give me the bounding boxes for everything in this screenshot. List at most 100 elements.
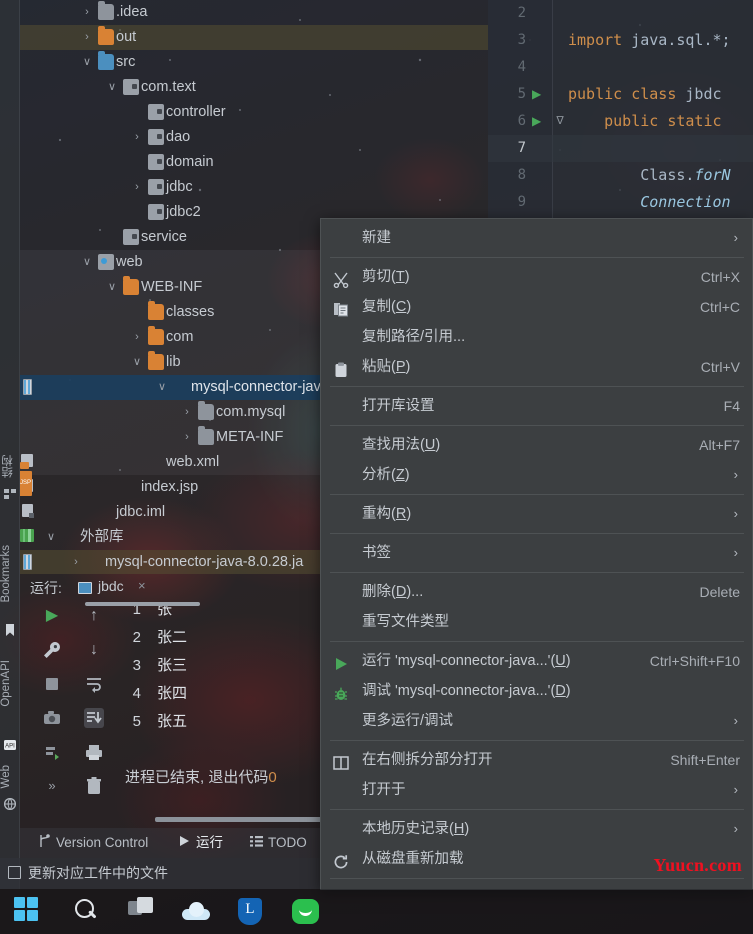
menu-item[interactable]: 新建 › (321, 223, 752, 253)
gutter-run-icon[interactable]: ▶ (532, 81, 541, 108)
status-bar-item[interactable]: 运行 (196, 834, 223, 852)
menu-item-label: 更多运行/调试 (362, 713, 454, 729)
structure-icon[interactable] (4, 487, 16, 499)
chevron-right-icon[interactable]: › (130, 125, 144, 150)
web-icon[interactable] (3, 797, 17, 811)
stop-icon[interactable] (42, 674, 62, 694)
wrench-icon[interactable] (42, 640, 62, 660)
status-bar-item[interactable]: Version Control (56, 834, 148, 852)
menu-item[interactable]: 运行 'mysql-connector-java...'(U) Ctrl+Shif… (321, 646, 752, 676)
menu-item[interactable]: 书签 › (321, 538, 752, 568)
chevron-right-icon[interactable]: › (130, 325, 144, 350)
tool-strip-bookmark-label[interactable]: Bookmarks (0, 545, 20, 603)
tree-row[interactable]: domain (20, 150, 488, 175)
code-line: Class.forN (568, 166, 731, 184)
menu-item-label: 书签 (362, 545, 391, 561)
chevron-right-icon[interactable]: › (180, 425, 194, 450)
tree-row[interactable]: › jdbc (20, 175, 488, 200)
menu-item[interactable]: 打开库设置 F4 (321, 391, 752, 421)
package-icon (148, 129, 164, 145)
arrow-down-icon[interactable]: ↓ (84, 640, 104, 660)
soft-wrap-icon[interactable] (84, 674, 104, 694)
folder-orange-icon (148, 326, 164, 345)
menu-item[interactable]: 复制路径/引用... (321, 322, 752, 352)
run-toolbar-right[interactable]: ↑ ↓ (74, 606, 114, 810)
chevron-down-icon[interactable]: ∨ (155, 375, 169, 400)
tree-row[interactable]: controller (20, 100, 488, 125)
code-editor[interactable]: 2 3 import java.sql.*; 4 5 ▶ public class jbdc… (488, 0, 753, 218)
chevron-down-icon[interactable]: ∨ (130, 350, 144, 375)
menu-item[interactable]: 更多运行/调试 › (321, 706, 752, 736)
menu-item[interactable]: 剪切(T) Ctrl+X (321, 262, 752, 292)
arrow-up-icon[interactable]: ↑ (84, 606, 104, 626)
run-tab-name[interactable]: jbdc (98, 578, 124, 594)
windows-taskbar[interactable] (0, 889, 753, 934)
menu-item[interactable]: 重构(R) › (321, 499, 752, 529)
scroll-to-end-icon[interactable] (84, 708, 104, 728)
bookmark-icon[interactable] (4, 623, 16, 636)
chevron-right-icon[interactable]: › (130, 175, 144, 200)
code-line: public class jbdc (568, 85, 722, 103)
chevron-down-icon[interactable]: ∨ (105, 75, 119, 100)
folder-orange-icon (98, 26, 114, 45)
chevron-right-icon[interactable]: › (180, 400, 194, 425)
process-exit-message: 进程已结束, 退出代码0 (125, 766, 277, 787)
tool-strip-web-label[interactable]: Web (0, 765, 20, 788)
code-line: Connection (640, 193, 731, 211)
console-row-value: 张二 (157, 629, 188, 646)
tree-row[interactable]: ∨ com.text (20, 75, 488, 100)
folder-blue-icon (98, 51, 114, 70)
menu-item[interactable]: 分析(Z) › (321, 460, 752, 490)
wechat-icon[interactable] (292, 899, 322, 929)
openapi-icon[interactable]: API (4, 738, 16, 750)
menu-item[interactable]: 重写文件类型 (321, 607, 752, 637)
tree-row[interactable]: › .idea (20, 0, 488, 25)
chevron-down-icon[interactable]: ∨ (44, 525, 58, 550)
tree-row[interactable]: › dao (20, 125, 488, 150)
fold-marker-icon[interactable]: ∇ (553, 108, 567, 135)
menu-item[interactable]: 复制(C) Ctrl+C (321, 292, 752, 322)
chevron-down-icon[interactable]: ∨ (80, 50, 94, 75)
windows-start-icon[interactable] (14, 897, 44, 927)
search-icon[interactable] (72, 897, 102, 927)
tree-row[interactable]: › out (20, 25, 488, 50)
gutter-run-icon[interactable]: ▶ (532, 108, 541, 135)
console-scrollbar-bottom[interactable] (155, 817, 335, 822)
chevron-right-icon[interactable]: › (80, 0, 94, 25)
lenovo-icon[interactable] (238, 898, 268, 928)
tree-row-label: com.text (141, 79, 196, 95)
status-bar-item[interactable]: TODO (268, 834, 307, 852)
run-tab-label: 运行: (30, 580, 62, 596)
tree-row-label: controller (166, 104, 226, 120)
menu-item[interactable]: 打开于 › (321, 775, 752, 805)
trash-icon[interactable] (84, 776, 104, 796)
menu-item[interactable]: 在右侧拆分部分打开 Shift+Enter (321, 745, 752, 775)
left-tool-strip[interactable]: 结构 Bookmarks OpenAPI API Web (0, 0, 20, 889)
run-toolbar-left[interactable]: ▶ » (32, 606, 72, 810)
tool-strip-openapi-label[interactable]: OpenAPI (0, 660, 20, 707)
folder-orange-icon (148, 301, 164, 320)
menu-item[interactable]: 删除(D)... Delete (321, 577, 752, 607)
tree-row[interactable]: ∨ src (20, 50, 488, 75)
print-icon[interactable] (84, 742, 104, 762)
tool-strip-structure-label[interactable]: 结构 (0, 455, 20, 478)
chevron-down-icon[interactable]: ∨ (105, 275, 119, 300)
context-menu[interactable]: 新建 › 剪切(T) Ctrl+X 复制(C) Ctrl+C 复制路径/引用... 粘贴(P)… (320, 218, 753, 890)
menu-item[interactable]: 调试 'mysql-connector-java...'(D) (321, 676, 752, 706)
tree-row-label: META-INF (216, 429, 284, 445)
run-icon[interactable]: ▶ (42, 606, 62, 626)
rerun-failed-icon[interactable] (42, 742, 62, 762)
menu-item[interactable]: 本地历史记录(H) › (321, 814, 752, 844)
console-row-index: 5 (132, 713, 141, 730)
camera-icon[interactable] (42, 708, 62, 728)
task-view-icon[interactable] (128, 897, 158, 927)
chevron-right-icon[interactable]: › (69, 550, 83, 574)
menu-item[interactable]: 查找用法(U) Alt+F7 (321, 430, 752, 460)
expand-icon[interactable]: » (42, 776, 62, 796)
chevron-right-icon: › (733, 545, 738, 560)
menu-item[interactable]: 粘贴(P) Ctrl+V (321, 352, 752, 382)
chevron-down-icon[interactable]: ∨ (80, 250, 94, 275)
close-icon[interactable]: × (138, 578, 146, 593)
onedrive-icon[interactable] (182, 902, 212, 932)
chevron-right-icon[interactable]: › (80, 25, 94, 50)
